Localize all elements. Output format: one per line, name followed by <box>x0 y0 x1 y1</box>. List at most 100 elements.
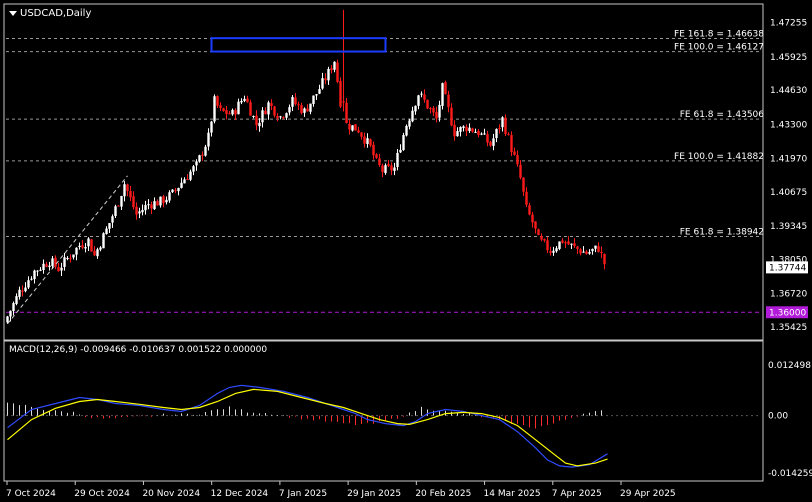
time-tick-label: 29 Apr 2025 <box>620 489 676 499</box>
candle-body <box>120 195 123 207</box>
candle-body <box>408 120 411 127</box>
candle-body <box>87 238 90 247</box>
candle-body <box>39 269 42 271</box>
candle-body <box>492 138 495 146</box>
candle-body <box>540 236 543 240</box>
candle-body <box>360 132 363 137</box>
candle-body <box>384 165 387 173</box>
time-tick-label: 20 Feb 2025 <box>415 489 471 499</box>
candle-body <box>264 110 267 115</box>
candle-body <box>132 196 135 208</box>
candle-body <box>546 240 549 251</box>
candle-body <box>150 204 153 209</box>
candle-body <box>339 80 342 107</box>
fibonacci-level-label: FE 161.8 = 1.46638 <box>674 29 764 39</box>
candle-body <box>12 303 15 312</box>
candle-body <box>57 267 60 272</box>
candle-body <box>45 264 48 267</box>
candle-body <box>30 278 33 280</box>
candle-body <box>474 131 477 133</box>
candle-body <box>342 101 345 103</box>
candle-body <box>291 97 294 107</box>
candle-body <box>114 206 117 216</box>
candle-body <box>591 248 594 252</box>
candle-body <box>462 126 465 129</box>
candle-body <box>96 249 99 257</box>
candle-body <box>102 233 105 249</box>
candle-body <box>192 166 195 172</box>
candle-body <box>411 110 414 122</box>
price-tick-label: 1.36720 <box>770 290 807 300</box>
candle-body <box>195 161 198 166</box>
candle-body <box>495 128 498 139</box>
candle-body <box>261 110 264 123</box>
candle-body <box>534 221 537 229</box>
candle-body <box>486 134 489 143</box>
candle-body <box>270 103 273 106</box>
candle-body <box>225 110 228 115</box>
candle-body <box>15 296 18 304</box>
candle-body <box>381 165 384 172</box>
candle-body <box>228 113 231 115</box>
candle-body <box>81 245 84 248</box>
candle-body <box>174 190 177 192</box>
candle-body <box>162 196 165 204</box>
candle-body <box>72 254 75 258</box>
candle-body <box>516 154 519 165</box>
fibonacci-level-label: FE 61.8 = 1.43506 <box>680 110 765 120</box>
candle-body <box>465 126 468 132</box>
candle-body <box>522 177 525 192</box>
candle-body <box>378 158 381 165</box>
candle-body <box>570 243 573 245</box>
candle-body <box>240 100 243 103</box>
candle-body <box>117 205 120 207</box>
macd-tick-label: 0.012498 <box>768 361 811 371</box>
candle-body <box>24 287 27 292</box>
candle-body <box>567 241 570 245</box>
fibonacci-level-label: FE 100.0 = 1.41882 <box>674 152 764 162</box>
candle-body <box>180 182 183 188</box>
candle-body <box>435 111 438 119</box>
candle-body <box>48 265 51 267</box>
candle-body <box>432 107 435 113</box>
candle-body <box>594 245 597 249</box>
candle-body <box>63 257 66 267</box>
candle-body <box>6 316 9 323</box>
candle-body <box>249 102 252 116</box>
candle-body <box>543 239 546 241</box>
candle-body <box>363 136 366 144</box>
candle-body <box>309 103 312 112</box>
candle-body <box>42 263 45 270</box>
candle-body <box>576 246 579 249</box>
candle-body <box>252 116 255 118</box>
candle-body <box>267 102 270 115</box>
candle-body <box>273 106 276 116</box>
candle-body <box>447 94 450 108</box>
candle-body <box>471 128 474 132</box>
candle-body <box>222 108 225 111</box>
candle-body <box>399 149 402 153</box>
candle-body <box>54 257 57 267</box>
candle-body <box>297 104 300 106</box>
candle-body <box>300 105 303 114</box>
price-tick-label: 1.44630 <box>770 86 807 96</box>
candle-body <box>396 152 399 167</box>
candle-body <box>219 105 222 108</box>
candle-body <box>573 243 576 246</box>
chart-background <box>0 0 812 502</box>
candle-body <box>90 239 93 252</box>
time-tick-label: 12 Dec 2024 <box>211 489 269 499</box>
candle-body <box>423 94 426 100</box>
fibonacci-level-label: FE 61.8 = 1.38942 <box>680 228 764 238</box>
candle-body <box>552 250 555 253</box>
candle-body <box>504 117 507 135</box>
candle-body <box>459 127 462 132</box>
price-tick-label: 1.43300 <box>770 120 807 130</box>
candle-body <box>600 251 603 254</box>
candle-body <box>333 61 336 70</box>
candle-body <box>531 214 534 223</box>
candle-body <box>159 196 162 206</box>
candle-body <box>507 133 510 135</box>
candle-body <box>561 240 564 243</box>
candle-body <box>129 191 132 198</box>
